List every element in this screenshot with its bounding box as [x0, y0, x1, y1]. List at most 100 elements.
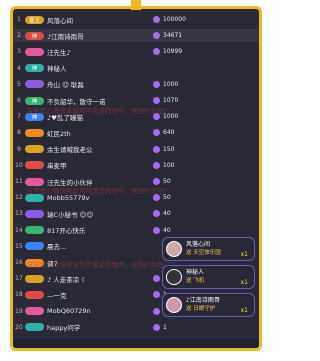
user-name: ♪江南诗雨哥 [47, 32, 84, 41]
contribution-value: 100 [153, 161, 175, 169]
user-name: 虹民2th [47, 129, 71, 138]
frame-corner-notch [131, 0, 141, 10]
list-item[interactable]: 8 虹民2th 640 [13, 126, 259, 139]
rank-number: 2 [17, 32, 21, 40]
contribution-number: 100000 [163, 16, 186, 23]
list-item[interactable]: 12 Mobb55779v 50 [13, 191, 259, 204]
gift-description: 送 飞机 [186, 278, 205, 284]
rank-number: 15 [15, 242, 23, 250]
contribution-value: 640 [153, 129, 175, 137]
contribution-value: 34671 [153, 32, 183, 40]
coin-icon [153, 291, 160, 299]
list-item[interactable]: 2 神 ♪江南诗雨哥 34671 [13, 29, 259, 43]
user-name: 风落心间 [47, 16, 73, 25]
gift-sender-name: 神秘人 [186, 269, 205, 276]
gift-notice-card[interactable]: ♪江南诗雨哥 送 日眼守护 x1 [162, 293, 255, 317]
contribution-number: 34671 [163, 32, 183, 40]
contribution-value: 40 [153, 226, 171, 234]
user-name: ♪♥乱了瞳猫 [47, 113, 83, 122]
list-item[interactable]: 10 串麦甲 100 [13, 159, 259, 172]
coin-icon [153, 161, 160, 169]
coin-icon [153, 226, 160, 234]
rank-number: 9 [17, 145, 21, 153]
rank-number: 20 [15, 323, 23, 331]
user-name: 瑞C小秘书 ☺☺ [47, 210, 94, 219]
contribution-number: 50 [163, 178, 171, 185]
rank-number: 1 [17, 16, 21, 23]
list-item[interactable]: 7 神 ♪♥乱了瞳猫 1000 [13, 110, 259, 123]
contribution-value: 150 [153, 145, 174, 153]
coin-icon [153, 97, 160, 104]
level-badge [25, 274, 44, 283]
level-badge: 神 [25, 96, 44, 105]
rank-number: 4 [17, 64, 21, 72]
coin-icon [153, 307, 160, 315]
list-item[interactable]: 1 富王 风落心间 100000 [13, 13, 259, 26]
contribution-number: 50 [163, 194, 171, 202]
avatar [166, 297, 182, 313]
coin-icon [153, 32, 160, 40]
level-badge [25, 226, 44, 235]
level-badge: 神 [25, 31, 44, 40]
gift-quantity: x1 [240, 307, 248, 314]
coin-icon [153, 210, 160, 218]
user-name: happy问学 [47, 324, 81, 333]
contribution-number: 1000 [163, 113, 179, 121]
rank-number: 13 [15, 210, 23, 218]
user-name: 晨去... [47, 243, 67, 252]
contribution-value: 50 [153, 194, 171, 202]
level-badge [25, 128, 44, 137]
list-item[interactable]: 6 神不负韶华，散守一诺 1070 [13, 94, 259, 107]
user-name: 不负韶华，散守一诺 [47, 97, 106, 106]
ranking-panel: 1 富王 风落心间 100000 2 神 ♪江南诗雨哥 34671 3 汪先生♪ 10999 4 神神秘… [10, 6, 262, 351]
level-badge: 富王 [25, 15, 44, 24]
gift-quantity: x1 [240, 279, 248, 286]
list-item[interactable]: 3 汪先生♪ 10999 [13, 45, 259, 58]
gift-notice-card[interactable]: 神秘人 送 飞机 x1 [162, 265, 255, 289]
list-item[interactable]: 9 余生请喊我老公 150 [13, 143, 259, 156]
rank-number: 14 [15, 226, 23, 234]
level-badge [25, 209, 44, 218]
list-item[interactable]: 14 817开心快乐 40 [13, 224, 259, 237]
contribution-number: 1 [163, 323, 167, 331]
contribution-number: 640 [163, 129, 175, 137]
user-name: MobQ60729n [47, 307, 91, 316]
rank-number: 19 [15, 307, 23, 315]
user-name: 舟山 ☺ 耿磊 [47, 81, 84, 90]
bottom-bar [13, 338, 259, 348]
coin-icon [153, 275, 160, 283]
list-item[interactable]: 13 瑞C小秘书 ☺☺ 40 [13, 207, 259, 220]
user-name: Mobb55779v [47, 193, 90, 202]
list-item[interactable]: 20 happy问学 1 [13, 321, 259, 334]
list-item[interactable]: 11 汪先生的小伙伴 50 [13, 175, 259, 188]
coin-icon [153, 323, 160, 331]
gift-description: 送 日眼守护 [186, 306, 216, 312]
contribution-number: 10999 [163, 48, 183, 56]
list-item[interactable]: 4 神神秘人 [13, 62, 259, 75]
user-name: 汪先生♪ [47, 48, 71, 57]
coin-icon [153, 48, 160, 56]
rank-number: 7 [17, 113, 21, 121]
level-badge [25, 47, 44, 56]
coin-icon [153, 80, 160, 88]
level-badge [25, 290, 44, 299]
contribution-number: 100 [163, 161, 175, 169]
contribution-value: 10999 [153, 48, 183, 56]
contribution-number: 1070 [163, 97, 179, 104]
level-badge [25, 80, 44, 89]
user-name: 余生请喊我老公 [47, 146, 93, 155]
rank-number: 11 [15, 178, 23, 185]
contribution-value: 1070 [153, 97, 178, 104]
user-name: 调7 [47, 259, 58, 268]
list-item[interactable]: 5 舟山 ☺ 耿磊 1000 [13, 78, 259, 91]
rank-number: 5 [17, 80, 21, 88]
contribution-value: 100000 [153, 16, 186, 23]
level-badge: 神 [25, 64, 44, 73]
contribution-value: 40 [153, 210, 171, 218]
contribution-number: 40 [163, 210, 171, 218]
rank-number: 18 [15, 291, 23, 299]
level-badge [25, 323, 44, 332]
user-name: 汪先生的小伙伴 [47, 178, 93, 187]
gift-notice-card[interactable]: 风落心间 送 天空旅乐园 x1 [162, 237, 255, 261]
gift-quantity: x1 [240, 251, 248, 258]
